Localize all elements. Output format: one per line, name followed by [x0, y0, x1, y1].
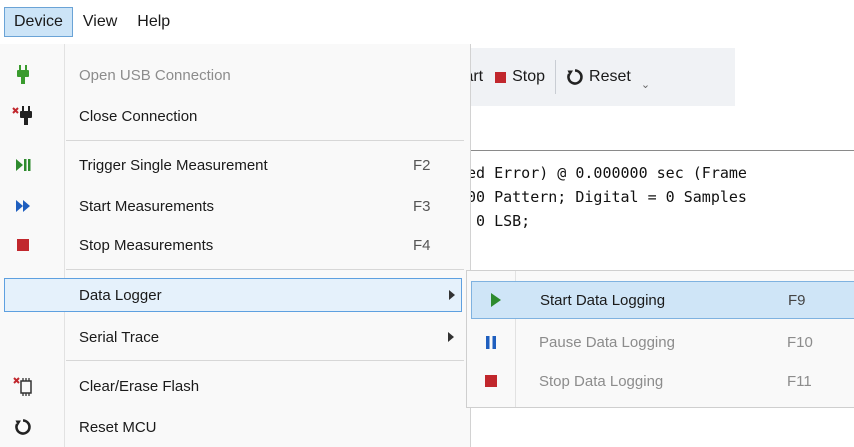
menu-item-label: Close Connection [79, 107, 198, 125]
stop-button-label: Stop [512, 68, 546, 85]
submenu-item-start-logging[interactable]: Start Data Logging F9 [471, 281, 854, 319]
menu-item-stop-measurements[interactable]: Stop Measurements F4 [0, 228, 468, 262]
menu-item-clear-flash[interactable]: Clear/Erase Flash [0, 369, 468, 403]
submenu-item-label: Pause Data Logging [539, 333, 675, 351]
console-line: 00 Pattern; Digital = 0 Samples [467, 188, 747, 206]
console-line: 0 LSB; [467, 212, 531, 230]
menu-separator [66, 140, 464, 141]
toolbar: tart Stop Reset ⌄ [440, 48, 735, 106]
menu-item-label: Serial Trace [79, 328, 160, 346]
submenu-item-label: Stop Data Logging [539, 372, 664, 390]
menu-item-close-connection[interactable]: Close Connection [0, 99, 468, 133]
menu-separator [66, 360, 464, 361]
data-logger-submenu: Start Data Logging F9 Pause Data Logging… [466, 270, 854, 408]
menu-item-shortcut: F4 [413, 236, 431, 254]
menu-item-trigger-single[interactable]: Trigger Single Measurement F2 [0, 148, 468, 182]
menu-separator [66, 269, 464, 270]
menu-bar: Device View Help [0, 0, 854, 44]
menu-item-label: Stop Measurements [79, 236, 214, 254]
submenu-item-pause-logging[interactable]: Pause Data Logging F10 [467, 325, 854, 359]
stop-icon [12, 234, 34, 256]
menu-item-start-measurements[interactable]: Start Measurements F3 [0, 189, 468, 223]
play-pause-icon [12, 154, 34, 176]
menu-item-label: Data Logger [79, 286, 162, 304]
reset-button[interactable]: Reset [566, 68, 631, 86]
menu-help[interactable]: Help [127, 7, 180, 37]
menu-item-data-logger[interactable]: Data Logger [4, 278, 462, 312]
menu-item-reset-mcu[interactable]: Reset MCU [0, 410, 468, 444]
erase-flash-icon [12, 375, 34, 397]
stop-icon [495, 71, 507, 83]
usb-disconnect-icon [12, 105, 34, 127]
submenu-arrow-icon [449, 290, 455, 300]
toolbar-overflow-icon[interactable]: ⌄ [641, 78, 650, 91]
submenu-arrow-icon [448, 332, 454, 342]
pause-icon [481, 332, 501, 352]
submenu-item-label: Start Data Logging [540, 291, 666, 309]
menu-item-open-usb[interactable]: Open USB Connection [0, 58, 468, 92]
device-menu: Open USB Connection Close Connection Tri… [0, 44, 471, 447]
reset-icon [567, 69, 583, 85]
fast-forward-icon [12, 195, 34, 217]
menu-item-shortcut: F2 [413, 156, 431, 174]
menu-item-serial-trace[interactable]: Serial Trace [0, 320, 468, 354]
reset-icon [12, 416, 34, 438]
menu-item-label: Clear/Erase Flash [79, 377, 200, 395]
submenu-item-shortcut: F9 [788, 291, 806, 309]
stop-button[interactable]: Stop [495, 68, 545, 86]
console-line: ed Error) @ 0.000000 sec (Frame [467, 164, 747, 182]
menu-device[interactable]: Device [4, 7, 73, 37]
play-icon [486, 290, 506, 310]
reset-button-label: Reset [589, 68, 631, 85]
submenu-item-shortcut: F11 [787, 372, 812, 390]
menu-view[interactable]: View [73, 7, 127, 37]
menu-item-label: Reset MCU [79, 418, 157, 436]
usb-plug-icon [12, 64, 34, 86]
submenu-item-stop-logging[interactable]: Stop Data Logging F11 [467, 364, 854, 398]
toolbar-separator [555, 60, 557, 94]
menu-item-label: Trigger Single Measurement [79, 156, 268, 174]
menu-item-shortcut: F3 [413, 197, 431, 215]
stop-icon [481, 371, 501, 391]
menu-item-label: Start Measurements [79, 197, 215, 215]
submenu-item-shortcut: F10 [787, 333, 813, 351]
menu-item-label: Open USB Connection [79, 66, 231, 84]
console-divider [440, 150, 854, 151]
